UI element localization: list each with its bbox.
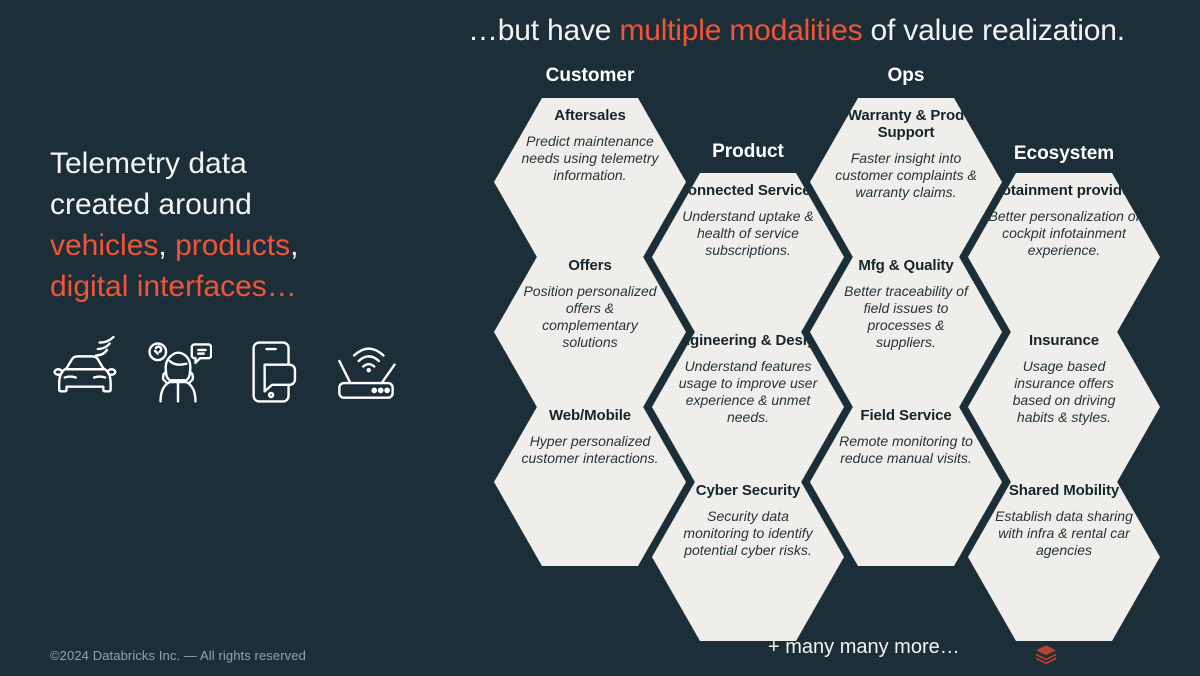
column-header-customer: Customer [545,65,635,86]
databricks-logo [1034,643,1058,667]
slide-title-highlight: multiple modalities [619,14,863,47]
hex-title: Mfg & Quality [858,257,954,274]
hex-body: Predict maintenance needs using telemetr… [521,133,659,183]
hex-cell-web-mobile[interactable]: Web/Mobile Hyper personalized customer in… [494,398,686,566]
hex-body: Establish data sharing with infra & rent… [995,508,1133,558]
hex-body: Security data monitoring to identify pot… [683,508,813,558]
slide-title: …but have multiple modalities of value r… [468,14,1188,48]
hex-title: Cyber Security [695,482,801,499]
hex-body: Hyper personalized customer interactions… [521,433,659,466]
lead-highlight-digital-interfaces: digital interfaces… [50,270,297,303]
lead-line-2: created around [50,188,252,221]
column-header-ops: Ops [887,65,925,86]
smartphone-message-icon [238,336,306,408]
slide-title-after: of value realization. [862,14,1125,47]
hex-cell-engineering-design[interactable]: Engineering & Design Understand features … [652,323,844,491]
connected-car-icon [50,336,118,408]
router-wifi-icon [332,336,400,408]
hex-body: Better personalization of cockpit infota… [988,208,1140,258]
hex-cell-mfg-quality[interactable]: Mfg & Quality Better traceability of fiel… [810,248,1002,416]
lead-sep-2: , [290,229,299,262]
icon-row [50,334,400,410]
hex-body: Position personalized offers & complemen… [523,283,657,350]
hex-title: Web/Mobile [548,407,632,424]
hex-cell-shared-mobility[interactable]: Shared Mobility Establish data sharing wi… [968,473,1160,641]
hex-cell-warranty-prod-support[interactable]: Warranty & Prod Support Faster insight in… [810,98,1002,266]
hex-body: Usage based insurance offers based on dr… [1012,358,1116,425]
hex-body: Faster insight into customer complaints … [835,150,977,200]
hex-cell-field-service[interactable]: Field Service Remote monitoring to reduce… [810,398,1002,566]
lead-highlight-products: products [175,229,291,262]
slide-title-before: …but have [468,14,620,47]
lead-line-1: Telemetry data [50,147,247,180]
customer-persona-icon [144,336,212,408]
hex-body: Better traceability of field issues to p… [844,283,968,350]
hex-body: Understand features usage to improve use… [678,358,818,425]
hex-cell-insurance[interactable]: Insurance Usage based insurance offers ba… [968,323,1160,491]
copyright-notice: ©2024 Databricks Inc. — All rights reser… [50,648,306,663]
hex-cell-infotainment-providers[interactable]: Infotainment providers Better personaliza… [968,173,1160,341]
hex-cell-connected-services[interactable]: Connected Services Understand uptake & he… [652,173,844,341]
hex-title: Insurance [1029,332,1099,349]
hex-title: Shared Mobility [1008,482,1120,499]
hex-body: Remote monitoring to reduce manual visit… [839,433,973,466]
hex-title: Infotainment providers [983,182,1145,199]
column-header-ecosystem: Ecosystem [1013,143,1115,164]
hex-body: Understand uptake & health of service su… [682,208,814,258]
hex-title: Engineering & Design [671,332,825,349]
lead-sep-1: , [158,229,176,262]
hex-title: Warranty & Prod Support [847,107,965,141]
hex-title: Offers [568,257,612,274]
hex-title: Aftersales [554,107,626,124]
hex-title: Field Service [860,407,952,424]
lead-statement: Telemetry data created around vehicles, … [50,143,410,307]
column-header-product: Product [712,141,784,162]
hex-cell-offers[interactable]: Offers Position personalized offers & com… [494,248,686,416]
hex-cell-cyber-security[interactable]: Cyber Security Security data monitoring t… [652,473,844,641]
lead-highlight-vehicles: vehicles [50,229,159,262]
hex-cell-aftersales[interactable]: Aftersales Predict maintenance needs usin… [494,98,686,266]
hex-title: Connected Services [677,182,819,199]
